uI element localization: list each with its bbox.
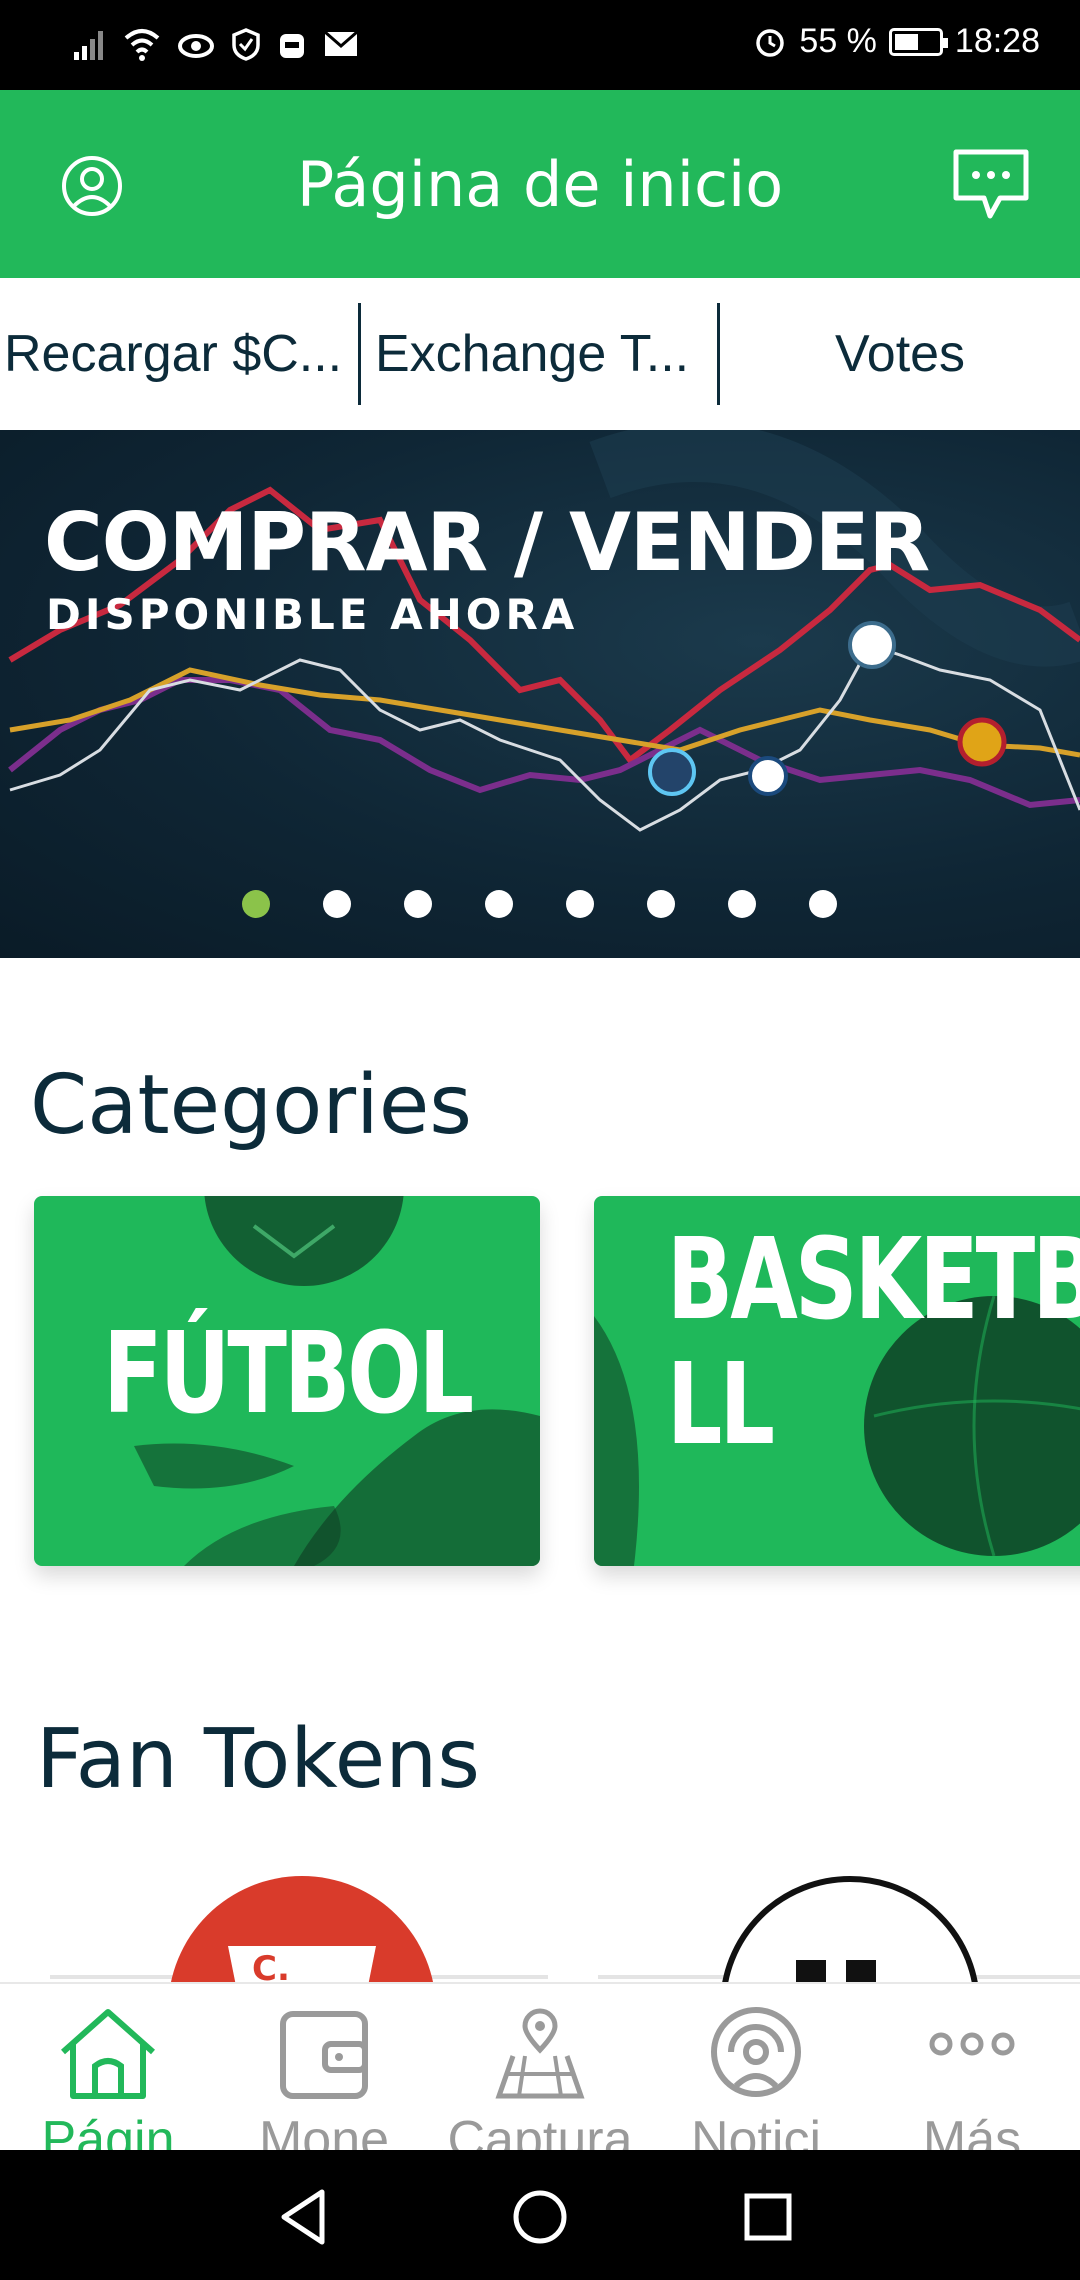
nav-label: Págin: [41, 2111, 175, 2150]
carousel-dot[interactable]: [728, 890, 756, 918]
clock: 18:28: [954, 22, 1040, 60]
back-icon[interactable]: [270, 2182, 340, 2252]
nav-item-more[interactable]: Más: [864, 1984, 1080, 2150]
nav-label: Notici: [690, 2111, 822, 2150]
map-icon: [495, 2008, 585, 2099]
nav-label: Mone: [258, 2111, 390, 2150]
status-right: 55 % 18:28: [753, 22, 1040, 61]
banner-title: COMPRAR / VENDER: [44, 496, 930, 589]
nav-item-home[interactable]: Págin: [0, 1984, 216, 2150]
carousel-dots: [0, 890, 1080, 920]
wallet-icon: [280, 2011, 368, 2099]
status-bar: 55 % 18:28: [0, 0, 1080, 90]
bottom-navigation: Págin Mone Captura Notici Más: [0, 1982, 1080, 2150]
home-circle-icon[interactable]: [505, 2182, 575, 2252]
app-header: Página de inicio: [0, 90, 1080, 278]
nav-item-capture[interactable]: Captura: [432, 1984, 648, 2150]
status-icons: [72, 26, 360, 62]
nav-item-news[interactable]: Notici: [648, 1984, 864, 2150]
nav-label: Más: [922, 2111, 1022, 2150]
carousel-dot[interactable]: [485, 890, 513, 918]
carousel-dot[interactable]: [323, 890, 351, 918]
tab-exchange[interactable]: Exchange T...: [361, 278, 717, 430]
system-nav-bar: [0, 2150, 1080, 2280]
battery-percent: 55 %: [799, 22, 877, 60]
categories-title: Categories: [30, 1058, 472, 1153]
recents-icon[interactable]: [733, 2182, 803, 2252]
promo-banner[interactable]: COMPRAR / VENDER DISPONIBLE AHORA: [0, 430, 1080, 958]
carousel-dot[interactable]: [404, 890, 432, 918]
carousel-dot[interactable]: [647, 890, 675, 918]
nav-label: Captura: [447, 2111, 633, 2150]
carousel-dot[interactable]: [809, 890, 837, 918]
signal-icon: [74, 31, 103, 60]
battery-icon: [888, 27, 948, 56]
alarm-icon: [756, 28, 785, 57]
quick-tabs: Recargar $C... Exchange T... Votes: [0, 278, 1080, 430]
nav-item-wallet[interactable]: Mone: [216, 1984, 432, 2150]
chat-icon[interactable]: [950, 146, 1032, 222]
fan-tokens-title: Fan Tokens: [36, 1712, 480, 1807]
tab-recargar[interactable]: Recargar $C...: [0, 278, 358, 430]
banner-subtitle: DISPONIBLE AHORA: [46, 590, 579, 639]
home-icon: [61, 2009, 155, 2099]
category-card-basketball[interactable]: BASKETBA LL: [594, 1196, 1080, 1566]
mail-icon: [324, 30, 358, 56]
wifi-icon: [124, 29, 160, 61]
battery-fill: [894, 33, 918, 50]
category-label: BASKETBA LL: [666, 1215, 1080, 1471]
carousel-dot[interactable]: [566, 890, 594, 918]
robot-icon: [280, 34, 304, 58]
category-label: FÚTBOL: [102, 1309, 474, 1439]
tab-votes[interactable]: Votes: [720, 278, 1080, 430]
carousel-dot[interactable]: [242, 890, 270, 918]
eye-icon: [178, 34, 214, 58]
category-card-futbol[interactable]: FÚTBOL: [34, 1196, 540, 1566]
more-icon: [929, 2032, 1015, 2056]
shield-icon: [232, 28, 260, 61]
page-title: Página de inicio: [296, 148, 784, 221]
broadcast-icon: [711, 2007, 801, 2097]
